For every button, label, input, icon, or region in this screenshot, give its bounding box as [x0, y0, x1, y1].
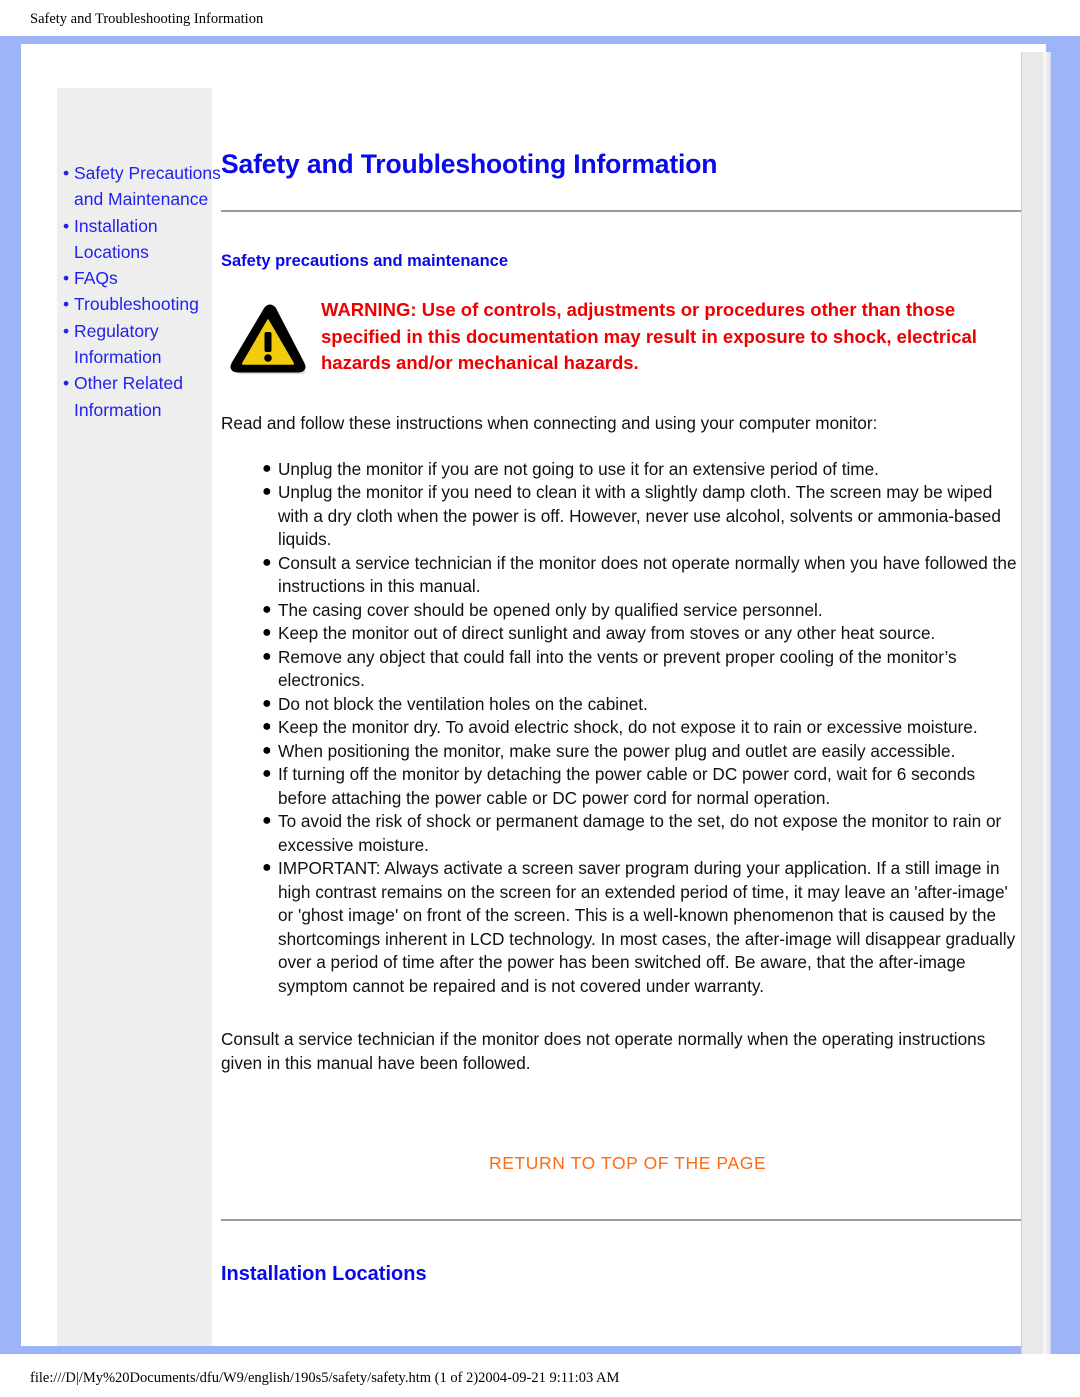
sidebar-item-installation-locations[interactable]: • Installation Locations [63, 213, 225, 266]
list-item: ● Keep the monitor out of direct sunligh… [221, 622, 1021, 646]
bullet-icon: ● [262, 600, 272, 618]
bullet-icon: • [63, 215, 70, 236]
sidebar-item-label[interactable]: FAQs [74, 268, 118, 288]
list-item: ● To avoid the risk of shock or permanen… [221, 810, 1021, 857]
list-item-text: Do not block the ventilation holes on th… [278, 693, 648, 714]
bullet-icon: ● [262, 741, 272, 759]
sidebar-item-regulatory-information[interactable]: • Regulatory Information [63, 318, 225, 371]
list-item: ● Consult a service technician if the mo… [221, 552, 1021, 599]
bullet-icon: • [63, 294, 70, 315]
bullet-icon: ● [262, 718, 272, 735]
installation-locations-heading: Installation Locations [221, 1263, 427, 1285]
bullet-icon: • [63, 163, 70, 183]
page-title: Safety and Troubleshooting Information [221, 149, 718, 179]
bullet-icon: • [63, 268, 70, 289]
sidebar-item-troubleshooting[interactable]: • Troubleshooting [63, 291, 225, 317]
sidebar-nav-list: • Safety Precautions and Maintenance • I… [63, 160, 225, 423]
list-item-text: If turning off the monitor by detaching … [278, 764, 976, 808]
precautions-list: ● Unplug the monitor if you are not goin… [221, 458, 1021, 999]
closing-paragraph: Consult a service technician if the moni… [221, 1029, 986, 1073]
main-content: Safety and Troubleshooting Information S… [221, 88, 1021, 1286]
list-item: ● If turning off the monitor by detachin… [221, 763, 1021, 810]
list-item-text: Unplug the monitor if you need to clean … [278, 482, 1001, 549]
list-item-text: When positioning the monitor, make sure … [278, 740, 956, 761]
sidebar-item-label[interactable]: Installation Locations [74, 216, 158, 262]
print-header: Safety and Troubleshooting Information [30, 11, 264, 27]
warning-block: WARNING: Use of controls, adjustments or… [221, 297, 1021, 383]
list-item: ● Do not block the ventilation holes on … [221, 693, 1021, 717]
sidebar-item-label[interactable]: Other Related Information [74, 373, 183, 419]
page-frame: • Safety Precautions and Maintenance • I… [0, 36, 1080, 1354]
left-frame-strip [10, 44, 21, 1346]
divider-top [221, 210, 1021, 213]
list-item: ● Unplug the monitor if you need to clea… [221, 481, 1021, 552]
bullet-icon: • [63, 320, 70, 341]
sidebar-item-label[interactable]: Safety Precautions and Maintenance [74, 163, 221, 209]
return-to-top-link[interactable]: RETURN TO TOP OF THE PAGE [221, 1153, 1021, 1174]
right-scroll-gutter-track [1043, 52, 1047, 1354]
bullet-icon: ● [262, 694, 272, 712]
warning-text: WARNING: Use of controls, adjustments or… [321, 299, 977, 373]
list-item-text: Remove any object that could fall into t… [278, 646, 957, 691]
list-item-text: Keep the monitor dry. To avoid electric … [278, 717, 978, 737]
list-item-text: The casing cover should be opened only b… [278, 599, 823, 620]
bullet-icon: ● [262, 765, 272, 782]
list-item-text: Unplug the monitor if you are not going … [278, 458, 879, 479]
bullet-icon: ● [262, 483, 272, 500]
list-item-text: Consult a service technician if the moni… [278, 552, 1017, 597]
divider-bottom [221, 1219, 1021, 1222]
section-subtitle: Safety precautions and maintenance [221, 252, 509, 270]
sidebar: • Safety Precautions and Maintenance • I… [57, 88, 221, 1346]
sidebar-item-faqs[interactable]: • FAQs [63, 265, 225, 291]
bullet-icon: ● [262, 624, 272, 641]
list-item: ● The casing cover should be opened only… [221, 599, 1021, 623]
list-item: ● Keep the monitor dry. To avoid electri… [221, 716, 1021, 740]
bullet-icon: ● [262, 553, 272, 571]
list-item-text: To avoid the risk of shock or permanent … [278, 811, 1002, 855]
bullet-icon: • [63, 373, 70, 394]
intro-paragraph: Read and follow these instructions when … [221, 413, 878, 433]
bullet-icon: ● [262, 812, 272, 829]
bullet-icon: ● [262, 647, 272, 665]
list-item: ● When positioning the monitor, make sur… [221, 740, 1021, 764]
list-item-text: Keep the monitor out of direct sunlight … [278, 623, 936, 643]
right-scroll-gutter[interactable] [1021, 52, 1051, 1354]
list-item: ● Unplug the monitor if you are not goin… [221, 458, 1021, 482]
list-item-text: IMPORTANT: Always activate a screen save… [278, 858, 1016, 996]
sidebar-item-other-related-information[interactable]: • Other Related Information [63, 370, 225, 423]
bullet-icon: ● [262, 859, 272, 876]
sidebar-item-label[interactable]: Troubleshooting [74, 294, 199, 314]
list-item: ● Remove any object that could fall into… [221, 646, 1021, 693]
bullet-icon: ● [262, 459, 272, 477]
sidebar-item-safety-precautions-and-maintenance[interactable]: • Safety Precautions and Maintenance [63, 160, 225, 213]
sidebar-item-label[interactable]: Regulatory Information [74, 321, 162, 367]
content-canvas: • Safety Precautions and Maintenance • I… [21, 44, 1051, 1354]
list-item: ● IMPORTANT: Always activate a screen sa… [221, 857, 1021, 998]
print-footer: file:///D|/My%20Documents/dfu/W9/english… [30, 1370, 620, 1386]
warning-triangle-icon [230, 304, 306, 374]
